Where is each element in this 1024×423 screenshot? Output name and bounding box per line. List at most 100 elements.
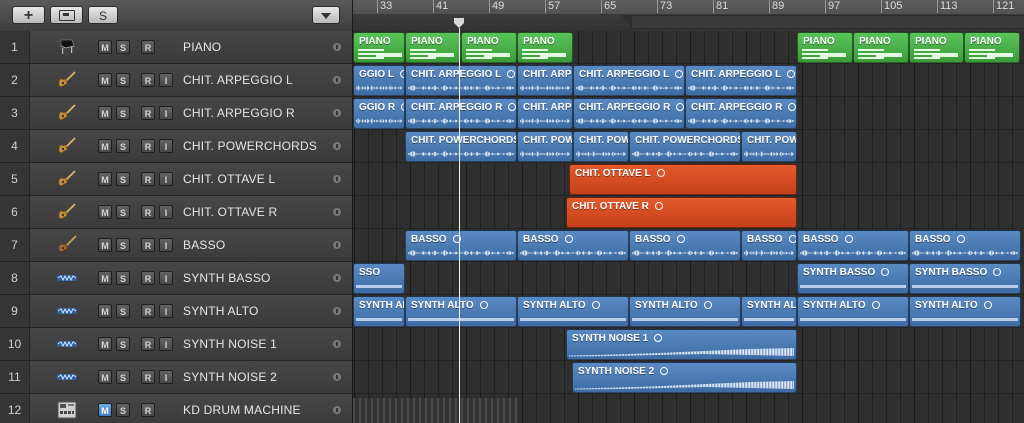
track-options-icon[interactable]: [333, 208, 341, 216]
region[interactable]: SYNTH ALTO: [797, 296, 909, 327]
track-row[interactable]: 3 M S R I CHIT. ARPEGGIO R: [0, 97, 352, 130]
track-name[interactable]: BASSO: [183, 229, 225, 261]
global-solo-button[interactable]: S: [88, 6, 118, 24]
solo-button[interactable]: S: [116, 106, 130, 120]
electric-guitar-icon[interactable]: [56, 103, 78, 123]
region[interactable]: CHIT. POWERCHORDS: [573, 131, 629, 162]
track-row[interactable]: 1 M S R PIANO: [0, 31, 352, 64]
waveform-icon[interactable]: [56, 268, 78, 288]
add-track-button[interactable]: +: [12, 6, 45, 24]
track-name[interactable]: CHIT. OTTAVE R: [183, 196, 277, 228]
track-name[interactable]: SYNTH BASSO: [183, 262, 271, 294]
track-row[interactable]: 8 M S R I SYNTH BASSO: [0, 262, 352, 295]
waveform-icon[interactable]: [56, 334, 78, 354]
track-name[interactable]: SYNTH ALTO: [183, 295, 259, 327]
region[interactable]: CHIT. ARPEGGIO R: [405, 98, 517, 129]
region[interactable]: SYNTH NOISE 1: [566, 329, 797, 360]
region[interactable]: BASSO: [629, 230, 741, 261]
track-options-icon[interactable]: [333, 340, 341, 348]
solo-button[interactable]: S: [116, 205, 130, 219]
region[interactable]: BASSO: [797, 230, 909, 261]
track-row[interactable]: 10 M S R I SYNTH NOISE 1: [0, 328, 352, 361]
region[interactable]: CHIT. ARPEGGIO L: [573, 65, 685, 96]
region[interactable]: CHIT. ARPEGGIO R: [517, 98, 573, 129]
track-options-icon[interactable]: [333, 175, 341, 183]
region[interactable]: SYNTH BASSO: [909, 263, 1021, 294]
region[interactable]: PIANO: [964, 32, 1020, 63]
record-enable-button[interactable]: R: [141, 172, 155, 186]
solo-button[interactable]: S: [116, 73, 130, 87]
input-monitor-button[interactable]: I: [159, 238, 173, 252]
track-view-toggle-button[interactable]: [312, 6, 340, 24]
input-monitor-button[interactable]: I: [159, 337, 173, 351]
mute-button[interactable]: M: [98, 172, 112, 186]
region[interactable]: SYNTH ALTO: [909, 296, 1021, 327]
track-row[interactable]: 4 M S R I CHIT. POWERCHORDS: [0, 130, 352, 163]
track-options-icon[interactable]: [333, 373, 341, 381]
region[interactable]: CHIT. POWERCHORDS: [629, 131, 741, 162]
region[interactable]: SYNTH BASSO: [797, 263, 909, 294]
folder-button[interactable]: [50, 6, 83, 24]
region[interactable]: CHIT. ARPEGGIO R: [685, 98, 797, 129]
record-enable-button[interactable]: R: [141, 271, 155, 285]
region[interactable]: PIANO: [797, 32, 853, 63]
input-monitor-button[interactable]: I: [159, 139, 173, 153]
mute-button[interactable]: M: [98, 337, 112, 351]
track-name[interactable]: SYNTH NOISE 1: [183, 328, 277, 360]
input-monitor-button[interactable]: I: [159, 106, 173, 120]
region[interactable]: BASSO: [405, 230, 517, 261]
track-options-icon[interactable]: [333, 76, 341, 84]
solo-button[interactable]: S: [116, 238, 130, 252]
region[interactable]: SYNTH ALT: [353, 296, 405, 327]
record-enable-button[interactable]: R: [141, 73, 155, 87]
region[interactable]: CHIT. ARPEGGIO R: [573, 98, 685, 129]
drum-pattern-region[interactable]: [353, 398, 518, 423]
grand-piano-icon[interactable]: [56, 37, 78, 57]
track-options-icon[interactable]: [333, 109, 341, 117]
solo-button[interactable]: S: [116, 304, 130, 318]
region[interactable]: CHIT. ARPEGGIO L: [517, 65, 573, 96]
region[interactable]: SYNTH ALTO: [405, 296, 517, 327]
mute-button[interactable]: M: [98, 73, 112, 87]
input-monitor-button[interactable]: I: [159, 370, 173, 384]
track-options-icon[interactable]: [333, 142, 341, 150]
region[interactable]: CHIT. OTTAVE L: [569, 164, 797, 195]
track-name[interactable]: CHIT. ARPEGGIO L: [183, 64, 293, 96]
mute-button[interactable]: M: [98, 238, 112, 252]
region[interactable]: CHIT. POWERCHORDS: [741, 131, 797, 162]
mute-button[interactable]: M: [98, 403, 112, 417]
mute-button[interactable]: M: [98, 139, 112, 153]
input-monitor-button[interactable]: I: [159, 172, 173, 186]
region[interactable]: SYNTH ALTO: [629, 296, 741, 327]
region[interactable]: SYNTH ALTO: [517, 296, 629, 327]
solo-button[interactable]: S: [116, 370, 130, 384]
track-name[interactable]: CHIT. OTTAVE L: [183, 163, 275, 195]
region[interactable]: BASSO: [517, 230, 629, 261]
track-row[interactable]: 9 M S R I SYNTH ALTO: [0, 295, 352, 328]
region[interactable]: SYNTH ALTO: [741, 296, 797, 327]
track-row[interactable]: 6 M S R I CHIT. OTTAVE R: [0, 196, 352, 229]
track-row[interactable]: 2 M S R I CHIT. ARPEGGIO L: [0, 64, 352, 97]
waveform-icon[interactable]: [56, 301, 78, 321]
region[interactable]: GGIO L: [353, 65, 405, 96]
region[interactable]: PIANO: [353, 32, 405, 63]
mute-button[interactable]: M: [98, 271, 112, 285]
input-monitor-button[interactable]: I: [159, 205, 173, 219]
record-enable-button[interactable]: R: [141, 106, 155, 120]
mute-button[interactable]: M: [98, 40, 112, 54]
cycle-region[interactable]: [631, 15, 1024, 29]
track-name[interactable]: PIANO: [183, 31, 221, 63]
electric-guitar-icon[interactable]: [56, 169, 78, 189]
track-row[interactable]: 7 M S R I BASSO: [0, 229, 352, 262]
electric-guitar-icon[interactable]: [56, 202, 78, 222]
region[interactable]: PIANO: [909, 32, 964, 63]
region[interactable]: SYNTH NOISE 2: [572, 362, 797, 393]
record-enable-button[interactable]: R: [141, 40, 155, 54]
mute-button[interactable]: M: [98, 205, 112, 219]
input-monitor-button[interactable]: I: [159, 304, 173, 318]
region[interactable]: CHIT. POWERCHORDS: [405, 131, 517, 162]
mute-button[interactable]: M: [98, 304, 112, 318]
bass-guitar-icon[interactable]: [56, 235, 78, 255]
track-options-icon[interactable]: [333, 406, 341, 414]
track-name[interactable]: SYNTH NOISE 2: [183, 361, 277, 393]
